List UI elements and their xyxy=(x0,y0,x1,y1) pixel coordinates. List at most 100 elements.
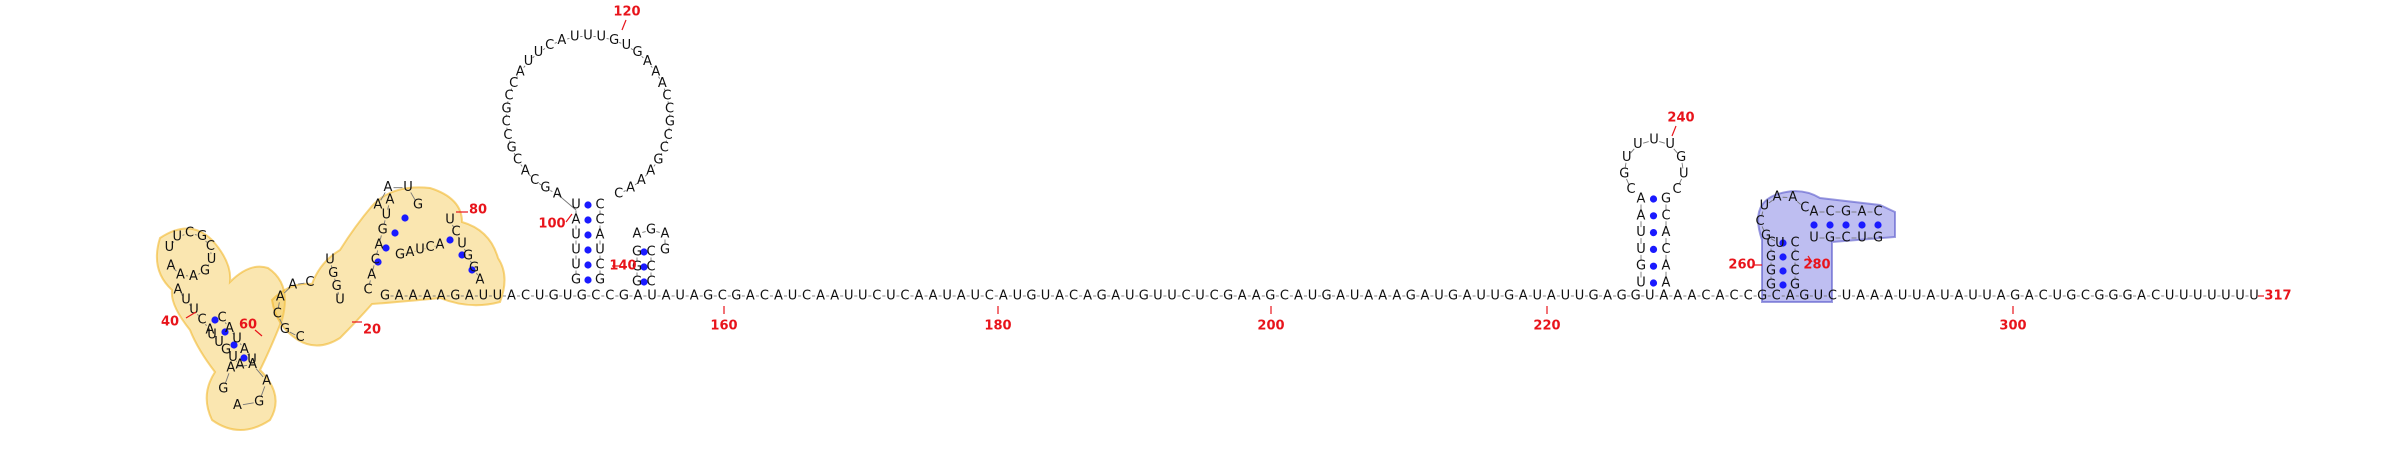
nucleotide-U: U xyxy=(2165,289,2175,304)
nucleotide-G: G xyxy=(1139,289,1149,304)
position-label: 60 xyxy=(239,318,257,333)
nucleotide-U: U xyxy=(570,30,580,45)
nucleotide-C: C xyxy=(985,289,994,304)
nucleotide-C: C xyxy=(595,198,604,213)
nucleotide-C: C xyxy=(1730,289,1739,304)
nucleotide-A: A xyxy=(236,358,245,373)
position-label: 180 xyxy=(984,319,1011,334)
nucleotide-A: A xyxy=(637,173,646,188)
nucleotide-U: U xyxy=(622,38,632,53)
nucleotide-A: A xyxy=(1716,289,1725,304)
nucleotide-A: A xyxy=(1659,289,1668,304)
nucleotide-U: U xyxy=(535,289,545,304)
nucleotide-A: A xyxy=(2025,289,2034,304)
nucleotide-G: G xyxy=(1841,205,1851,220)
nucleotide-G: G xyxy=(1588,289,1598,304)
position-label: 317 xyxy=(2264,289,2291,304)
nucleotide-A: A xyxy=(626,181,635,196)
nucleotide-A: A xyxy=(367,268,376,283)
backbone-segment xyxy=(1643,141,1649,144)
nucleotide-C: C xyxy=(646,245,655,260)
nucleotide-U: U xyxy=(1649,133,1659,148)
nucleotide-G: G xyxy=(1504,289,1514,304)
nucleotide-C: C xyxy=(1790,250,1799,265)
nucleotide-A: A xyxy=(1519,289,1528,304)
nucleotide-U: U xyxy=(1167,289,1177,304)
nucleotide-A: A xyxy=(189,269,198,284)
nucleotide-U: U xyxy=(2221,289,2231,304)
nucleotide-A: A xyxy=(1662,259,1671,274)
nucleotide-C: C xyxy=(530,173,539,188)
nucleotide-G: G xyxy=(633,45,643,60)
nucleotide-U: U xyxy=(382,208,392,223)
nucleotide-C: C xyxy=(1800,201,1809,216)
nucleotide-U: U xyxy=(886,289,896,304)
nucleotide-U: U xyxy=(325,253,335,268)
nucleotide-G: G xyxy=(2122,289,2132,304)
nucleotide-C: C xyxy=(503,128,512,143)
nucleotide-C: C xyxy=(900,289,909,304)
nucleotide-U: U xyxy=(524,54,534,69)
base-pair-dot xyxy=(1779,253,1787,261)
nucleotide-A: A xyxy=(999,289,1008,304)
nucleotide-U: U xyxy=(1636,242,1646,257)
nucleotide-G: G xyxy=(2066,289,2076,304)
nucleotide-C: C xyxy=(1825,205,1834,220)
nucleotide-U: U xyxy=(596,30,606,45)
nucleotide-C: C xyxy=(363,283,372,298)
nucleotide-C: C xyxy=(646,275,655,290)
nucleotide-C: C xyxy=(1744,289,1753,304)
nucleotide-C: C xyxy=(595,213,604,228)
nucleotide-A: A xyxy=(1637,208,1646,223)
nucleotide-C: C xyxy=(1790,236,1799,251)
position-label: 220 xyxy=(1533,319,1560,334)
nucleotide-G: G xyxy=(1790,278,1800,293)
nucleotide-U: U xyxy=(1575,289,1585,304)
nucleotide-C: C xyxy=(646,260,655,275)
nucleotide-C: C xyxy=(521,289,530,304)
position-label: 100 xyxy=(538,217,565,232)
position-label: 120 xyxy=(613,5,640,20)
nucleotide-G: G xyxy=(378,223,388,238)
nucleotide-G: G xyxy=(2108,289,2118,304)
nucleotide-A: A xyxy=(1858,205,1867,220)
position-label: 40 xyxy=(161,315,179,330)
nucleotide-G: G xyxy=(413,198,423,213)
nucleotide-layer: GAAAAGAUUACUGUGCCGAUAUAGCGACAUCAAUUCUCAA… xyxy=(165,29,2259,414)
nucleotide-A: A xyxy=(226,361,235,376)
nucleotide-G: G xyxy=(1097,289,1107,304)
nucleotide-A: A xyxy=(1687,289,1696,304)
nucleotide-A: A xyxy=(507,289,516,304)
nucleotide-C: C xyxy=(2151,289,2160,304)
position-tick xyxy=(1671,125,1677,137)
nucleotide-G: G xyxy=(703,289,713,304)
nucleotide-U: U xyxy=(970,289,980,304)
nucleotide-A: A xyxy=(1603,289,1612,304)
nucleotide-A: A xyxy=(1954,289,1963,304)
nucleotide-A: A xyxy=(633,289,642,304)
nucleotide-A: A xyxy=(662,289,671,304)
nucleotide-A: A xyxy=(1662,225,1671,240)
nucleotide-U: U xyxy=(493,289,503,304)
nucleotide-G: G xyxy=(660,243,670,258)
nucleotide-G: G xyxy=(1636,259,1646,274)
base-pair-dot xyxy=(1858,221,1866,229)
nucleotide-U: U xyxy=(1842,289,1852,304)
nucleotide-G: G xyxy=(218,381,228,396)
nucleotide-A: A xyxy=(929,289,938,304)
nucleotide-C: C xyxy=(1873,205,1882,220)
nucleotide-U: U xyxy=(1968,289,1978,304)
nucleotide-A: A xyxy=(1111,289,1120,304)
nucleotide-U: U xyxy=(2207,289,2217,304)
nucleotide-C: C xyxy=(502,115,511,130)
nucleotide-U: U xyxy=(563,289,573,304)
base-pair-dot xyxy=(584,261,592,269)
nucleotide-C: C xyxy=(296,330,305,345)
nucleotide-A: A xyxy=(557,33,566,48)
nucleotide-A: A xyxy=(521,163,530,178)
nucleotide-C: C xyxy=(614,187,623,202)
nucleotide-A: A xyxy=(1336,289,1345,304)
nucleotide-G: G xyxy=(1799,289,1809,304)
nucleotide-C: C xyxy=(2081,289,2090,304)
nucleotide-A: A xyxy=(1773,190,1782,205)
